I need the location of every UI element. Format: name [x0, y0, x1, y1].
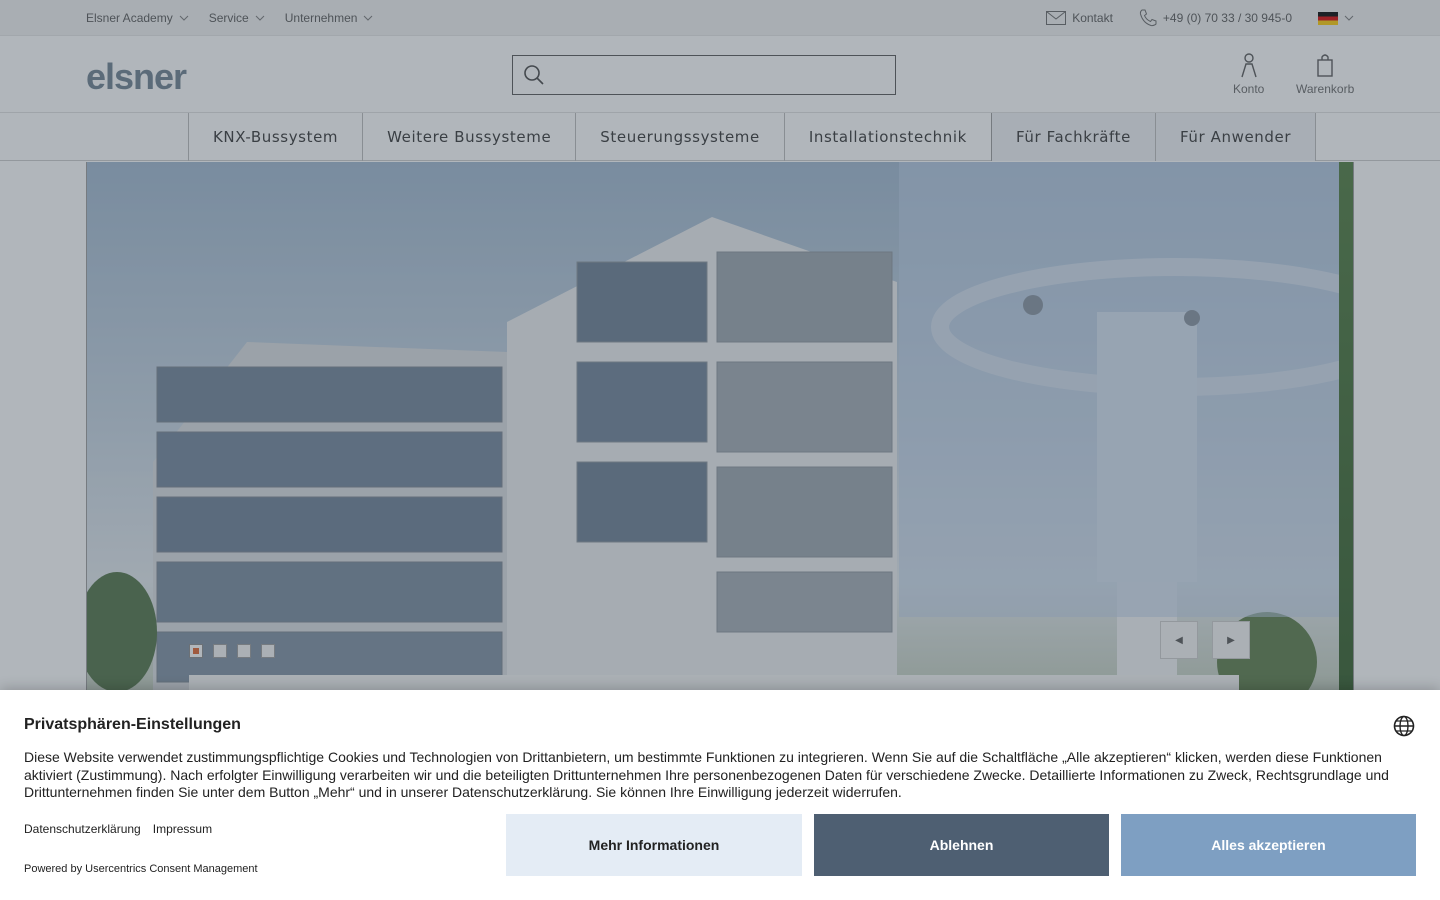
modal-backdrop — [0, 0, 1440, 690]
imprint-link[interactable]: Impressum — [153, 822, 212, 836]
consent-links: Datenschutzerklärung Impressum — [24, 822, 212, 836]
globe-icon[interactable] — [1393, 715, 1415, 737]
privacy-policy-link[interactable]: Datenschutzerklärung — [24, 822, 141, 836]
more-info-button[interactable]: Mehr Informationen — [506, 814, 802, 876]
consent-text: Diese Website verwendet zustimmungspflic… — [24, 749, 1389, 800]
deny-button[interactable]: Ablehnen — [814, 814, 1109, 876]
consent-banner: Privatsphären-Einstellungen Diese Websit… — [0, 690, 1440, 900]
page: Elsner Academy Service Unternehmen Konta… — [0, 0, 1440, 900]
accept-all-button[interactable]: Alles akzeptieren — [1121, 814, 1416, 876]
consent-title: Privatsphären-Einstellungen — [24, 716, 241, 733]
powered-by-text: Powered by Usercentrics Consent Manageme… — [24, 863, 258, 875]
